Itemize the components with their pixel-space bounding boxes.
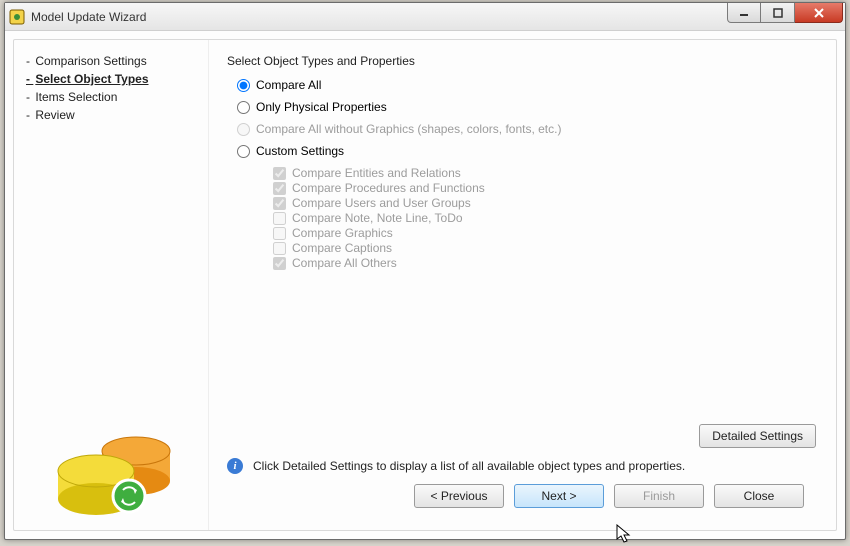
custom-check-input	[273, 257, 286, 270]
info-icon: i	[227, 458, 243, 474]
wizard-step[interactable]: - Review	[26, 108, 196, 122]
radio-custom-settings-label: Custom Settings	[256, 144, 344, 158]
radio-compare-all-input[interactable]	[237, 79, 250, 92]
custom-check-input	[273, 182, 286, 195]
custom-check-input	[273, 242, 286, 255]
dash-prefix: -	[26, 54, 33, 68]
wizard-step[interactable]: - Select Object Types	[26, 72, 196, 86]
custom-check-input	[273, 197, 286, 210]
section-title: Select Object Types and Properties	[227, 54, 818, 68]
info-row: i Click Detailed Settings to display a l…	[227, 458, 818, 474]
detailed-settings-button[interactable]: Detailed Settings	[699, 424, 816, 448]
compare-mode-group: Compare All Only Physical Properties Com…	[237, 78, 818, 271]
wizard-sidebar: - Comparison Settings- Select Object Typ…	[14, 40, 209, 530]
radio-custom-settings-input[interactable]	[237, 145, 250, 158]
detailed-settings-row: Detailed Settings	[227, 424, 818, 448]
content-panel: - Comparison Settings- Select Object Typ…	[13, 39, 837, 531]
finish-button: Finish	[614, 484, 704, 508]
custom-check: Compare Graphics	[273, 226, 818, 240]
custom-check: Compare All Others	[273, 256, 818, 270]
custom-check-input	[273, 167, 286, 180]
custom-check-label: Compare Procedures and Functions	[292, 181, 485, 195]
radio-only-physical[interactable]: Only Physical Properties	[237, 100, 818, 114]
dash-prefix: -	[26, 108, 33, 122]
wizard-step-label: Items Selection	[35, 90, 117, 104]
wizard-step[interactable]: - Items Selection	[26, 90, 196, 104]
wizard-footer: < Previous Next > Finish Close	[227, 474, 818, 520]
custom-check: Compare Users and User Groups	[273, 196, 818, 210]
custom-check-label: Compare Entities and Relations	[292, 166, 461, 180]
radio-compare-all-label: Compare All	[256, 78, 321, 92]
custom-check-label: Compare Note, Note Line, ToDo	[292, 211, 463, 225]
wizard-step-label: Comparison Settings	[35, 54, 146, 68]
radio-custom-settings[interactable]: Custom Settings	[237, 144, 818, 158]
radio-only-physical-label: Only Physical Properties	[256, 100, 387, 114]
wizard-main: Select Object Types and Properties Compa…	[209, 40, 836, 530]
previous-button[interactable]: < Previous	[414, 484, 504, 508]
title-bar: Model Update Wizard	[5, 3, 845, 31]
radio-compare-all[interactable]: Compare All	[237, 78, 818, 92]
close-window-button[interactable]	[795, 3, 843, 23]
next-button[interactable]: Next >	[514, 484, 604, 508]
custom-check: Compare Note, Note Line, ToDo	[273, 211, 818, 225]
custom-check-label: Compare All Others	[292, 256, 397, 270]
radio-compare-all-no-graphics-input	[237, 123, 250, 136]
dash-prefix: -	[26, 72, 33, 86]
radio-only-physical-input[interactable]	[237, 101, 250, 114]
custom-settings-checks: Compare Entities and RelationsCompare Pr…	[273, 166, 818, 270]
custom-check-input	[273, 227, 286, 240]
maximize-button[interactable]	[761, 3, 795, 23]
window-body: - Comparison Settings- Select Object Typ…	[5, 31, 845, 539]
info-text: Click Detailed Settings to display a lis…	[253, 459, 685, 473]
wizard-step-label: Review	[35, 108, 74, 122]
custom-check-label: Compare Users and User Groups	[292, 196, 471, 210]
app-icon	[9, 9, 25, 25]
wizard-steps-list: - Comparison Settings- Select Object Typ…	[26, 54, 196, 126]
maximize-icon	[773, 8, 783, 18]
minimize-icon	[739, 8, 749, 18]
window-title: Model Update Wizard	[31, 10, 146, 24]
custom-check: Compare Procedures and Functions	[273, 181, 818, 195]
dash-prefix: -	[26, 90, 33, 104]
close-icon	[813, 7, 825, 19]
custom-check: Compare Captions	[273, 241, 818, 255]
window-controls	[727, 3, 843, 23]
custom-check-label: Compare Graphics	[292, 226, 393, 240]
radio-compare-all-no-graphics-label: Compare All without Graphics (shapes, co…	[256, 122, 561, 136]
radio-compare-all-no-graphics: Compare All without Graphics (shapes, co…	[237, 122, 818, 136]
wizard-window: Model Update Wizard - Comparison Setting…	[4, 2, 846, 540]
wizard-step-label: Select Object Types	[35, 72, 148, 86]
custom-check: Compare Entities and Relations	[273, 166, 818, 180]
minimize-button[interactable]	[727, 3, 761, 23]
custom-check-label: Compare Captions	[292, 241, 392, 255]
custom-check-input	[273, 212, 286, 225]
close-button[interactable]: Close	[714, 484, 804, 508]
wizard-step[interactable]: - Comparison Settings	[26, 54, 196, 68]
decorative-illustration	[26, 386, 196, 516]
